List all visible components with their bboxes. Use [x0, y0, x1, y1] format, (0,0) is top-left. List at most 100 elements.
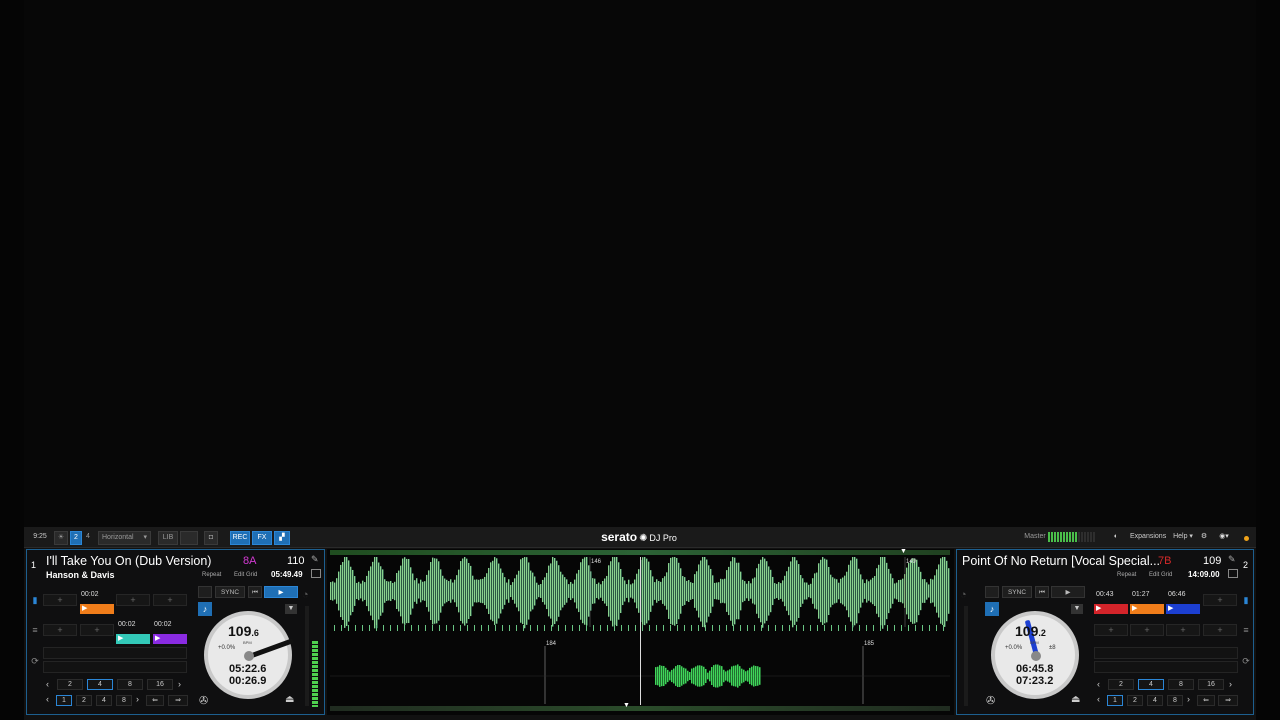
jump-forward-button[interactable]: ⇒ [1218, 695, 1238, 706]
hotcue-slot[interactable]: + [43, 624, 77, 636]
loop-icon[interactable]: ⟳ [1239, 655, 1253, 667]
help-button[interactable]: Help ▾ [1172, 531, 1194, 543]
jump-forward-button[interactable]: ⇒ [168, 695, 188, 706]
gear-icon[interactable]: ⚙ [1198, 531, 1210, 543]
jump-back-button[interactable]: ⇐ [1197, 695, 1215, 706]
eject-icon[interactable]: ⏏ [285, 694, 294, 705]
sync-button[interactable]: SYNC [215, 586, 245, 598]
menu-lines-icon[interactable]: ≡ [28, 624, 42, 636]
previous-icon[interactable]: ⏮ [1035, 586, 1049, 598]
chevron-right-icon[interactable]: › [178, 679, 181, 689]
chevron-left-icon[interactable]: ‹ [46, 679, 49, 689]
deck-mode-2-button[interactable]: 2 [70, 531, 82, 545]
master-gain-knob-icon[interactable]: ◐ [1110, 531, 1122, 543]
beatjump-4[interactable]: 4 [1147, 695, 1163, 706]
slip-icon[interactable]: ✇ [986, 694, 995, 707]
hotcue-slot[interactable]: + [1166, 624, 1200, 636]
beatjump-1[interactable]: 1 [1107, 695, 1123, 706]
shield-icon[interactable]: ◘ [204, 531, 218, 545]
hotcue-slot[interactable]: + [1094, 624, 1128, 636]
beatjump-2[interactable]: 2 [1127, 695, 1143, 706]
loop-icon[interactable]: ⟳ [28, 655, 42, 667]
chevron-left-icon[interactable]: ‹ [1097, 679, 1100, 689]
tempo-slider[interactable] [305, 606, 309, 706]
repeat-button[interactable]: Repeat [1117, 572, 1136, 578]
edit-grid-button[interactable]: Edit Grid [1149, 572, 1172, 578]
loop-size-16[interactable]: 16 [147, 679, 173, 690]
beatjump-1[interactable]: 1 [56, 695, 72, 706]
rec-button[interactable]: REC [230, 531, 250, 545]
previous-icon[interactable]: ⏮ [248, 586, 262, 598]
hotcue-3[interactable]: ▶ [1166, 604, 1200, 614]
chevron-left-icon[interactable]: ‹ [1097, 694, 1100, 704]
tempo-slider[interactable] [964, 606, 968, 706]
censor-button[interactable] [985, 586, 999, 598]
loop-slot[interactable] [43, 661, 187, 673]
lib-button[interactable]: LIB [158, 531, 178, 545]
pencil-icon[interactable]: ✎ [311, 554, 319, 565]
chevron-left-icon[interactable]: ‹ [46, 694, 49, 704]
tempo-knob-icon[interactable]: ◔ [960, 589, 967, 601]
loop-slot[interactable] [43, 647, 187, 659]
clock: 9:25 [33, 533, 47, 540]
hotcue-3[interactable]: ▶ [153, 634, 187, 644]
loop-slot[interactable] [1094, 647, 1238, 659]
hotcue-2[interactable]: ▶ [1130, 604, 1164, 614]
jump-back-button[interactable]: ⇐ [146, 695, 164, 706]
loop-size-16[interactable]: 16 [1198, 679, 1224, 690]
play-button[interactable]: ▶ [1051, 586, 1085, 598]
edit-grid-button[interactable]: Edit Grid [234, 572, 257, 578]
hotcue-slot[interactable]: + [80, 624, 114, 636]
chevron-right-icon[interactable]: › [1187, 694, 1190, 704]
hotcue-1[interactable]: ▶ [1094, 604, 1128, 614]
track-overview-bottom[interactable] [330, 706, 950, 711]
hotcue-2[interactable]: ▶ [116, 634, 150, 644]
cue-mode-icon[interactable]: ▮ [28, 594, 42, 606]
loop-size-2[interactable]: 2 [57, 679, 83, 690]
cue-mode-icon[interactable]: ▮ [1239, 594, 1253, 606]
hotcue-slot[interactable]: + [1130, 624, 1164, 636]
pencil-icon[interactable]: ✎ [1228, 554, 1236, 565]
loop-size-8[interactable]: 8 [117, 679, 143, 690]
fx-button[interactable]: FX [252, 531, 272, 545]
keylock-icon[interactable]: ♪ [985, 602, 999, 616]
play-button[interactable]: ▶ [264, 586, 298, 598]
beatjump-8[interactable]: 8 [1167, 695, 1183, 706]
chevron-right-icon[interactable]: › [1229, 679, 1232, 689]
grid-icon[interactable] [1228, 569, 1238, 578]
layout-select[interactable]: Horizontal ▾ [98, 531, 151, 545]
loop-slot[interactable] [1094, 661, 1238, 673]
beatjump-4[interactable]: 4 [96, 695, 112, 706]
expansions-button[interactable]: Expansions [1130, 531, 1166, 543]
eject-icon[interactable]: ⏏ [1071, 694, 1080, 705]
repeat-button[interactable]: Repeat [202, 572, 221, 578]
keylock-icon[interactable]: ♪ [198, 602, 212, 616]
hotcue-slot[interactable]: + [1203, 594, 1237, 606]
track-overview-top[interactable] [330, 550, 950, 555]
eject-dropdown-icon[interactable]: ▼ [1071, 604, 1083, 614]
hotcue-slot[interactable]: + [153, 594, 187, 606]
brightness-icon[interactable]: ☀ [54, 531, 68, 545]
menu-lines-icon[interactable]: ≡ [1239, 624, 1253, 636]
view-button[interactable] [180, 531, 198, 545]
sampler-button[interactable]: ▞ [274, 531, 290, 545]
hotcue-slot[interactable]: + [116, 594, 150, 606]
hotcue-slot[interactable]: + [43, 594, 77, 606]
hotcue-slot[interactable]: + [1203, 624, 1237, 636]
loop-size-8[interactable]: 8 [1168, 679, 1194, 690]
chevron-right-icon[interactable]: › [136, 694, 139, 704]
grid-icon[interactable] [311, 569, 321, 578]
censor-button[interactable] [198, 586, 212, 598]
deck-mode-4-button[interactable]: 4 [83, 531, 93, 543]
eject-dropdown-icon[interactable]: ▼ [285, 604, 297, 614]
beatjump-2[interactable]: 2 [76, 695, 92, 706]
loop-size-2[interactable]: 2 [1108, 679, 1134, 690]
loop-size-4[interactable]: 4 [87, 679, 113, 690]
tempo-knob-icon[interactable]: ◔ [302, 589, 309, 601]
slip-icon[interactable]: ✇ [199, 694, 208, 707]
user-icon[interactable]: ◉▾ [1216, 531, 1232, 543]
hotcue-1[interactable]: ▶ [80, 604, 114, 614]
beatjump-8[interactable]: 8 [116, 695, 132, 706]
loop-size-4[interactable]: 4 [1138, 679, 1164, 690]
sync-button[interactable]: SYNC [1002, 586, 1032, 598]
